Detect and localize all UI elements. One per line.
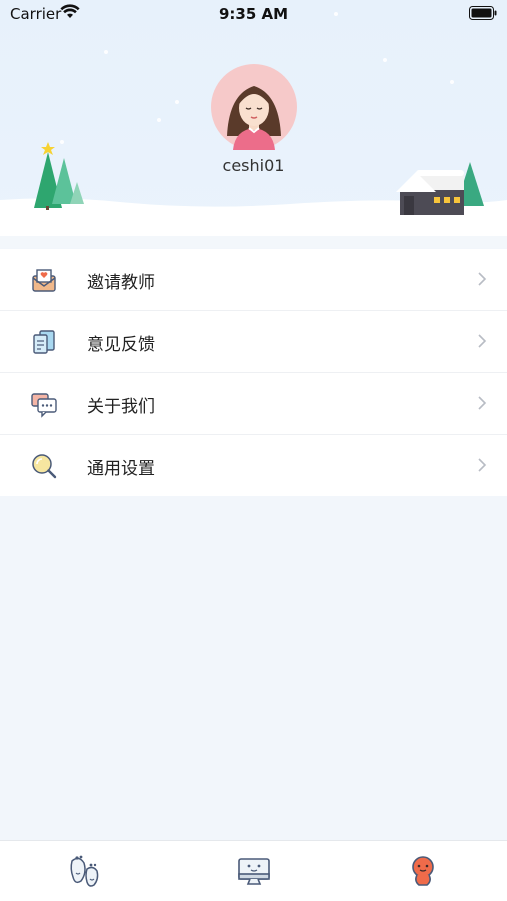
profile-mascot-icon[interactable] xyxy=(405,853,441,889)
battery-icon xyxy=(469,6,497,20)
snowflake-decoration xyxy=(104,50,108,54)
chevron-right-icon xyxy=(478,458,487,472)
monitor-icon[interactable] xyxy=(236,853,272,889)
snowflake-decoration xyxy=(334,12,338,16)
snowflake-decoration xyxy=(175,100,179,104)
chevron-right-icon xyxy=(478,272,487,286)
menu-item-feedback[interactable]: 意见反馈 xyxy=(0,311,507,373)
chevron-right-icon xyxy=(478,334,487,348)
footprints-icon[interactable] xyxy=(67,853,103,889)
menu-item-general-settings[interactable]: 通用设置 xyxy=(0,435,507,496)
user-avatar[interactable] xyxy=(211,64,297,150)
snowflake-decoration xyxy=(383,58,387,62)
chat-bubbles-icon xyxy=(31,393,57,418)
magnifier-settings-icon xyxy=(32,454,57,479)
feedback-document-icon xyxy=(33,330,55,354)
menu-item-about-us[interactable]: 关于我们 xyxy=(0,373,507,435)
status-bar: Carrier 9:35 AM xyxy=(0,0,507,30)
menu-item-label: 意见反馈 xyxy=(87,335,155,355)
clock: 9:35 AM xyxy=(218,5,289,23)
envelope-heart-icon xyxy=(32,269,56,292)
chevron-right-icon xyxy=(478,396,487,410)
menu-item-invite-teacher[interactable]: 邀请教师 xyxy=(0,249,507,311)
snowflake-decoration xyxy=(450,80,454,84)
settings-menu: 邀请教师 意见反馈 关于我们 通用设置 xyxy=(0,249,507,496)
winter-scene-decoration xyxy=(0,142,507,248)
menu-item-label: 通用设置 xyxy=(87,459,155,479)
snowflake-decoration xyxy=(157,118,161,122)
menu-item-label: 关于我们 xyxy=(87,397,155,417)
tab-bar xyxy=(0,840,507,901)
profile-header: Carrier 9:35 AM ceshi01 xyxy=(0,0,507,248)
menu-item-label: 邀请教师 xyxy=(87,273,155,293)
